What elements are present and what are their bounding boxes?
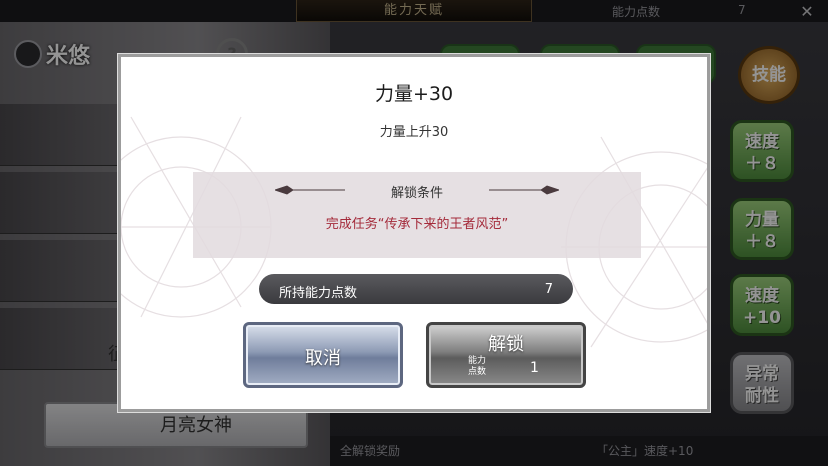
dialog-title: 力量+30 <box>374 83 454 105</box>
owned-points-value: 7 <box>544 282 553 297</box>
ornament-right-icon <box>489 185 559 195</box>
dialog-subtitle: 力量上升30 <box>379 125 449 140</box>
unlock-condition-text: 完成任务“传承下来的王者风范” <box>325 217 509 232</box>
owned-points-label: 所持能力点数 <box>279 286 358 301</box>
unlock-button-label: 解锁 <box>488 334 524 355</box>
unlock-condition-box: 解锁条件 完成任务“传承下来的王者风范” <box>193 172 641 258</box>
owned-points-bar: 所持能力点数 7 <box>259 274 573 304</box>
unlock-dialog: 力量+30 力量上升30 解锁条件 完成任务“传承下来的王者风范” 所持能力点数… <box>118 54 710 412</box>
unlock-condition-header: 解锁条件 <box>390 186 443 201</box>
cancel-button[interactable]: 取消 <box>243 322 403 388</box>
unlock-button[interactable]: 解锁 能力 点数 1 <box>426 322 586 388</box>
cancel-button-label: 取消 <box>305 348 341 369</box>
unlock-cost-value: 1 <box>530 360 539 376</box>
unlock-cost-label: 能力 点数 <box>467 356 486 377</box>
